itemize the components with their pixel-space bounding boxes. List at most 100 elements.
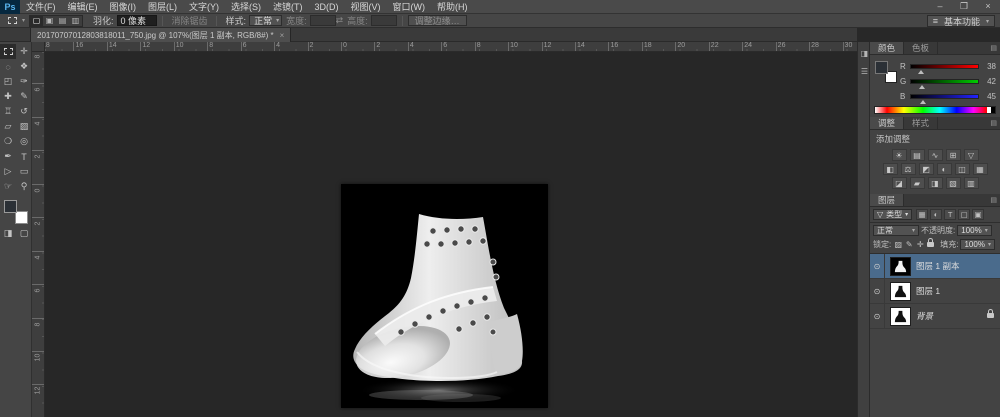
hue-saturation-adjustment-icon[interactable]: ◧ [882, 163, 898, 175]
layer-filter-icon-4[interactable]: ▣ [972, 209, 985, 220]
exposure-adjustment-icon[interactable]: ⊞ [945, 149, 961, 161]
lasso-tool[interactable]: ◌ [0, 59, 16, 74]
feather-input[interactable]: 0 像素 [116, 15, 157, 26]
selective-color-adjustment-icon[interactable]: ▧ [945, 177, 961, 189]
dodge-tool[interactable]: ◎ [16, 134, 32, 149]
selection-mode-icon-0[interactable]: ▢ [30, 14, 44, 27]
document-tab[interactable]: 20170707012803818011_750.jpg @ 107%(图层 1… [30, 28, 292, 42]
slider-handle-icon[interactable] [917, 70, 924, 74]
history-brush-tool[interactable]: ↺ [16, 104, 32, 119]
antialias-checkbox-label[interactable]: 消除锯齿 [172, 14, 208, 27]
width-input[interactable] [309, 15, 336, 26]
vertical-ruler[interactable]: 8 6 4 2 0 2 4 6 8 10 12 [32, 52, 45, 417]
minimize-button[interactable]: – [928, 0, 952, 13]
black-white-adjustment-icon[interactable]: ◩ [918, 163, 934, 175]
active-tool-icon[interactable] [4, 15, 20, 26]
foreground-color-swatch[interactable] [3, 200, 17, 213]
quick-selection-tool[interactable]: ❖ [16, 59, 32, 74]
menu-item-4[interactable]: 文字(Y) [183, 0, 225, 14]
lock-icon-2[interactable]: ✛ [915, 240, 925, 249]
menu-item-3[interactable]: 图层(L) [142, 0, 183, 14]
tab-adjustments-menu-icon[interactable]: ▤ [990, 117, 1000, 129]
layer-row-0[interactable]: ⊙ 图层 1 副本 [870, 254, 1000, 279]
slider-handle-icon[interactable] [919, 85, 926, 89]
panel-menu-icon[interactable]: ▤ [990, 194, 1000, 206]
layer-row-1[interactable]: ⊙ 图层 1 [870, 279, 1000, 304]
selection-mode-icon-3[interactable]: ▥ [69, 15, 82, 27]
slider-handle-icon[interactable] [919, 100, 926, 104]
lock-all-icon[interactable] [927, 238, 935, 247]
layer-visibility-eye-icon[interactable]: ⊙ [870, 254, 885, 278]
tab-layers[interactable]: 图层 [870, 194, 905, 206]
swap-dimensions-icon[interactable]: ⇄ [336, 15, 344, 26]
height-input[interactable] [370, 15, 397, 26]
fill-dropdown[interactable]: 100% ▾ [960, 239, 995, 250]
vibrance-adjustment-icon[interactable]: ▽ [963, 149, 979, 161]
layer-thumbnail[interactable] [890, 281, 911, 301]
color-spectrum-ramp[interactable] [874, 106, 996, 114]
brightness-contrast-adjustment-icon[interactable]: ☀ [891, 149, 907, 161]
pen-tool[interactable]: ✒ [0, 149, 16, 164]
channel-mixer-adjustment-icon[interactable]: ◫ [954, 163, 970, 175]
color-lookup-adjustment-icon[interactable]: ▦ [972, 163, 988, 175]
menu-item-8[interactable]: 视图(V) [345, 0, 387, 14]
layer-filter-icon-1[interactable]: ◐ [930, 209, 943, 220]
gradient-map-adjustment-icon[interactable]: ▥ [963, 177, 979, 189]
panel-foreground-swatch[interactable] [875, 61, 888, 74]
canvas-area[interactable] [45, 52, 857, 417]
menu-item-6[interactable]: 滤镜(T) [267, 0, 309, 14]
close-button[interactable]: × [976, 0, 1000, 13]
menu-item-1[interactable]: 编辑(E) [62, 0, 104, 14]
tab-adjustments-1[interactable]: 样式 [904, 117, 939, 129]
eraser-tool[interactable]: ▱ [0, 119, 16, 134]
menu-item-2[interactable]: 图像(I) [104, 0, 143, 14]
layer-row-2[interactable]: ⊙ 背景 [870, 304, 1000, 329]
menu-item-10[interactable]: 帮助(H) [431, 0, 474, 14]
quick-mask-button[interactable]: ◨ [0, 226, 16, 241]
photo-filter-adjustment-icon[interactable]: ◐ [936, 163, 952, 175]
move-tool[interactable]: ✛ [16, 44, 32, 59]
lock-icon-0[interactable]: ▨ [893, 240, 903, 249]
selection-mode-icon-2[interactable]: ▤ [56, 15, 69, 27]
brush-tool[interactable]: ✎ [16, 89, 32, 104]
b-channel-slider[interactable] [910, 94, 979, 104]
layer-thumbnail[interactable] [890, 256, 911, 276]
shape-tool[interactable]: ▭ [16, 164, 32, 179]
menu-item-5[interactable]: 选择(S) [225, 0, 267, 14]
gradient-tool[interactable]: ▨ [16, 119, 32, 134]
tab-color-menu-icon[interactable]: ▤ [990, 42, 1000, 54]
eyedropper-tool[interactable]: ✑ [16, 74, 32, 89]
layer-visibility-eye-icon[interactable]: ⊙ [870, 304, 885, 328]
color-balance-adjustment-icon[interactable]: ⚖ [900, 163, 916, 175]
menu-item-0[interactable]: 文件(F) [20, 0, 62, 14]
menu-item-7[interactable]: 3D(D) [309, 0, 345, 14]
selection-mode-icon-1[interactable]: ▣ [43, 15, 56, 27]
path-selection-tool[interactable]: ▷ [0, 164, 16, 179]
style-dropdown[interactable]: 正常 ▾ [249, 15, 283, 26]
blend-mode-dropdown[interactable]: 正常 ▾ [873, 225, 919, 236]
tool-preset-arrow-icon[interactable]: ▾ [22, 17, 25, 24]
curves-adjustment-icon[interactable]: ∿ [927, 149, 943, 161]
menu-item-9[interactable]: 窗口(W) [387, 0, 432, 14]
tab-color-0[interactable]: 颜色 [870, 42, 905, 54]
layer-filter-icon-0[interactable]: ▦ [916, 209, 929, 220]
crop-tool[interactable]: ◰ [0, 74, 16, 89]
threshold-adjustment-icon[interactable]: ◨ [927, 177, 943, 189]
levels-adjustment-icon[interactable]: ▤ [909, 149, 925, 161]
invert-adjustment-icon[interactable]: ◪ [891, 177, 907, 189]
layer-filter-icon-2[interactable]: T [944, 209, 957, 220]
layer-filter-dropdown[interactable]: ▽ 类型 ▾ [873, 209, 913, 220]
spot-healing-brush-tool[interactable]: ✚ [0, 89, 16, 104]
workspace-switcher[interactable]: ≡ 基本功能 ▾ [926, 15, 995, 27]
restore-button[interactable]: ❐ [952, 0, 976, 13]
g-channel-slider[interactable] [910, 79, 979, 89]
document-canvas[interactable] [341, 184, 548, 408]
r-channel-slider[interactable] [910, 64, 979, 74]
zoom-tool[interactable]: ⚲ [16, 179, 32, 194]
posterize-adjustment-icon[interactable]: ▰ [909, 177, 925, 189]
tab-adjustments-0[interactable]: 调整 [870, 117, 905, 129]
hand-tool[interactable]: ☞ [0, 179, 16, 194]
layer-thumbnail[interactable] [890, 306, 911, 326]
rectangular-marquee-tool[interactable] [0, 44, 16, 59]
opacity-dropdown[interactable]: 100% ▾ [957, 225, 992, 236]
